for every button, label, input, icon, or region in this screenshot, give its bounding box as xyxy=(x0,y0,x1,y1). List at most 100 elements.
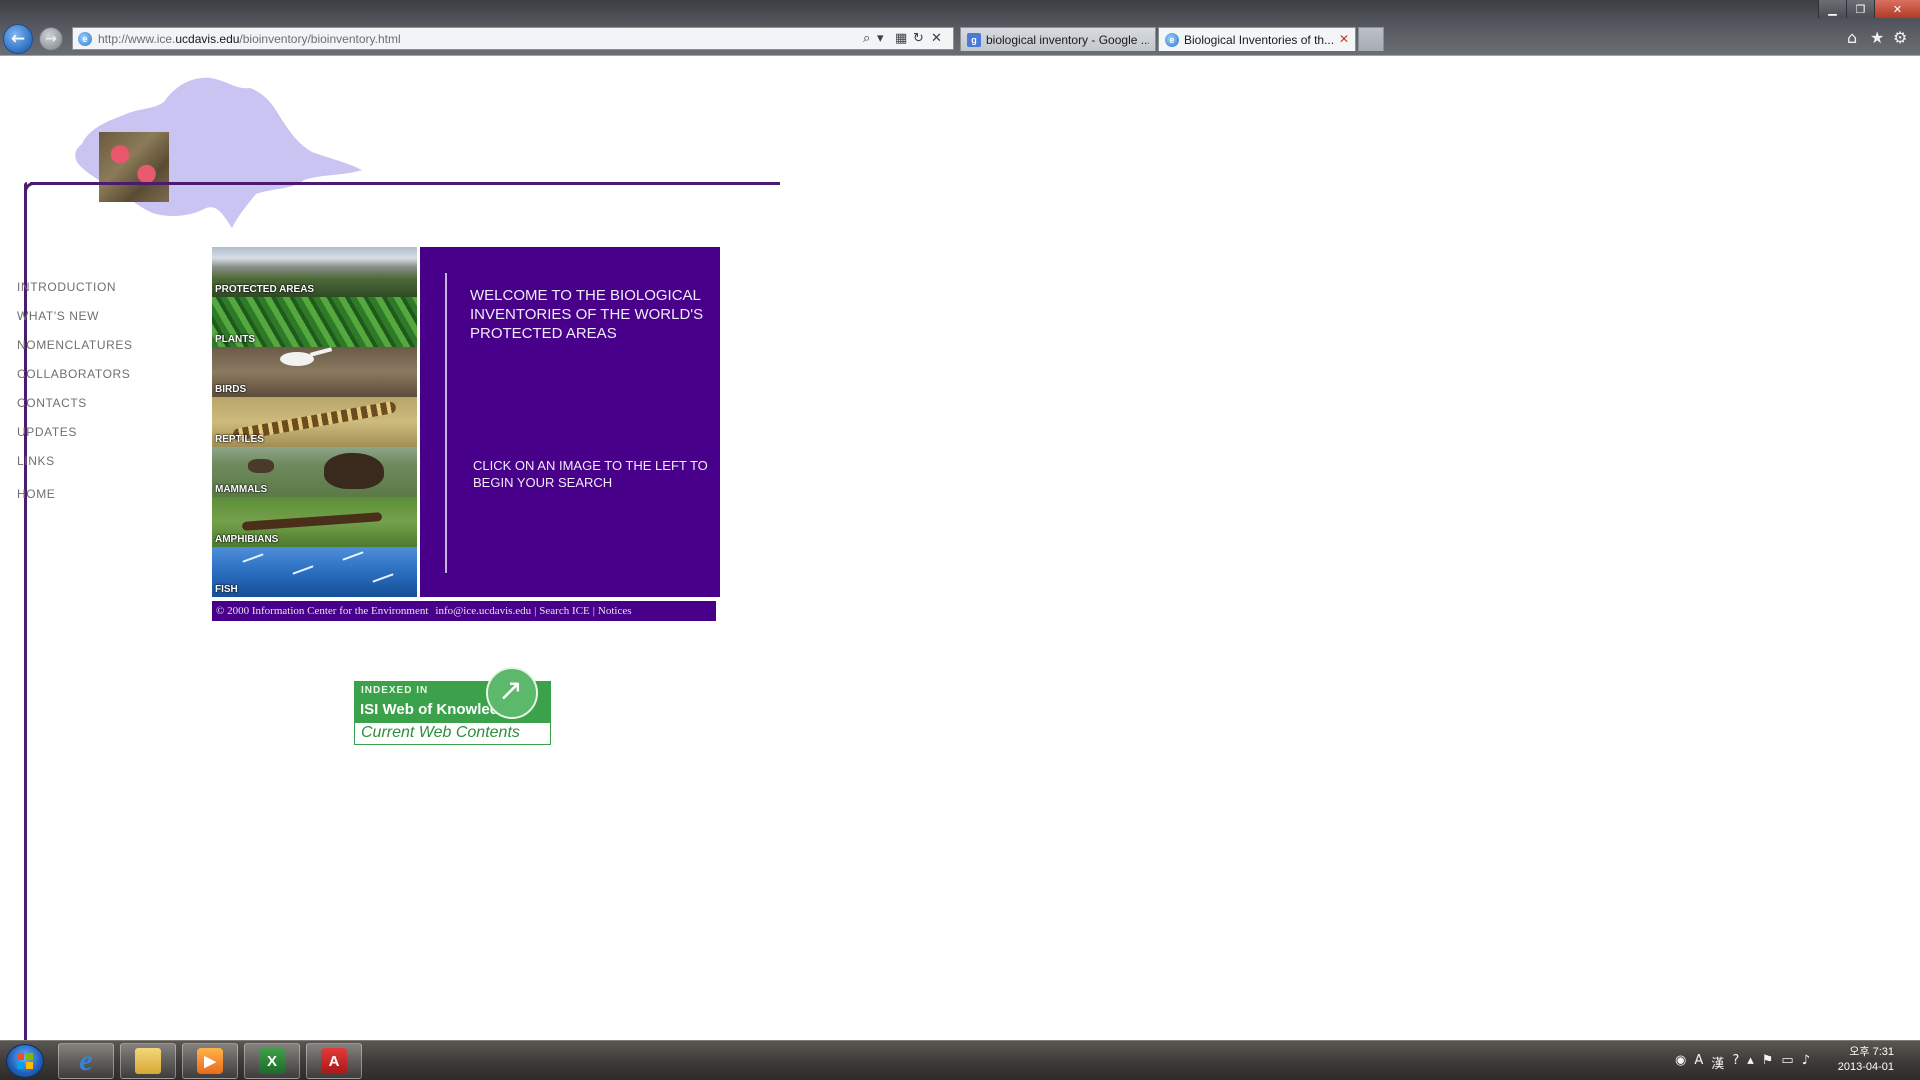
taskbar-clock[interactable]: 오후 7:31 2013-04-01 xyxy=(1838,1045,1894,1075)
maximize-button[interactable]: ❐ xyxy=(1846,0,1874,18)
internet-explorer-icon: e xyxy=(79,1044,93,1077)
welcome-panel: WELCOME TO THE BIOLOGICAL INVENTORIES OF… xyxy=(420,247,720,597)
bison-shape xyxy=(248,459,274,473)
taskbar-excel[interactable]: X xyxy=(244,1043,300,1079)
badge-bottom: Current Web Contents xyxy=(354,723,551,745)
network-globe-icon[interactable]: ◉ xyxy=(1675,1053,1686,1072)
bison-shape xyxy=(324,453,384,489)
footer-search-link[interactable]: Search ICE xyxy=(539,605,589,617)
start-button[interactable] xyxy=(6,1044,44,1078)
minimize-button[interactable]: ▁ xyxy=(1818,0,1846,18)
header-rule xyxy=(30,182,780,185)
forward-button[interactable]: → xyxy=(39,27,63,51)
play-icon: ▶ xyxy=(197,1048,223,1074)
clock-time: 오후 7:31 xyxy=(1849,1046,1894,1058)
close-window-button[interactable]: ✕ xyxy=(1874,0,1920,18)
welcome-title: WELCOME TO THE BIOLOGICAL INVENTORIES OF… xyxy=(470,287,704,342)
stop-icon[interactable]: ✕ xyxy=(931,31,942,46)
excel-icon: X xyxy=(259,1048,285,1074)
nav-updates[interactable]: UPDATES xyxy=(17,425,133,454)
ie-page-icon: e xyxy=(78,31,92,46)
star-icon[interactable]: ★ xyxy=(1870,28,1884,47)
nav-links[interactable]: LINKS xyxy=(17,454,133,483)
hanja-icon[interactable]: 漢 xyxy=(1711,1053,1724,1072)
arrow-right-icon: → xyxy=(45,31,57,47)
tab-label: Biological Inventories of th... xyxy=(1184,32,1335,47)
taskbar-file-explorer[interactable] xyxy=(120,1043,176,1079)
nav-home[interactable]: HOME xyxy=(17,487,133,516)
window-controls: ▁ ❐ ✕ xyxy=(1818,0,1920,18)
category-label: FISH xyxy=(215,584,238,595)
action-center-flag-icon[interactable]: ⚑ xyxy=(1762,1053,1774,1072)
refresh-icon[interactable]: ↻ xyxy=(913,31,924,46)
taskbar-internet-explorer[interactable]: e xyxy=(58,1043,114,1079)
arrow-up-right-icon: ↗ xyxy=(498,673,524,708)
nav-collaborators[interactable]: COLLABORATORS xyxy=(17,367,133,396)
footer-separator: | xyxy=(534,605,537,617)
taskbar-media-player[interactable]: ▶ xyxy=(182,1043,238,1079)
address-bar[interactable]: e http://www.ice.ucdavis.edu/bioinventor… xyxy=(72,27,954,50)
egret-shape xyxy=(280,352,314,366)
nav-introduction[interactable]: INTRODUCTION xyxy=(17,280,133,309)
panel-divider xyxy=(445,273,447,573)
category-label: PLANTS xyxy=(215,334,255,345)
flower-photo xyxy=(99,132,169,202)
new-tab-button[interactable] xyxy=(1358,27,1384,51)
category-amphibians[interactable]: AMPHIBIANS xyxy=(212,497,417,547)
browser-toolbar: ← → e http://www.ice.ucdavis.edu/bioinve… xyxy=(0,0,1920,56)
footer-email-link[interactable]: info@ice.ucdavis.edu xyxy=(435,605,531,617)
footer-notices-link[interactable]: Notices xyxy=(598,605,632,617)
badge-indexed-label: INDEXED IN xyxy=(361,685,429,696)
network-icon[interactable]: ▭ xyxy=(1781,1053,1793,1072)
address-url[interactable]: http://www.ice.ucdavis.edu/bioinventory/… xyxy=(98,32,401,46)
home-icon[interactable]: ⌂ xyxy=(1847,28,1857,47)
system-tray: ◉ A 漢 ? ▴ ⚑ ▭ ♪ xyxy=(1675,1053,1810,1072)
category-protected-areas[interactable]: PROTECTED AREAS xyxy=(212,247,417,297)
address-url-domain: ucdavis.edu xyxy=(175,31,240,46)
nav-whats-new[interactable]: WHAT'S NEW xyxy=(17,309,133,338)
category-mammals[interactable]: MAMMALS xyxy=(212,447,417,497)
folder-icon xyxy=(135,1048,161,1074)
footer-bar: © 2000 Information Center for the Enviro… xyxy=(212,601,716,621)
close-tab-icon[interactable]: ✕ xyxy=(1339,32,1349,46)
side-navigation: INTRODUCTION WHAT'S NEW NOMENCLATURES CO… xyxy=(17,280,133,516)
isi-logo-icon: ↗ xyxy=(486,667,538,719)
clock-date: 2013-04-01 xyxy=(1837,1061,1894,1073)
windows-taskbar: e ▶ X A ◉ A 漢 ? ▴ ⚑ ▭ ♪ 오후 7:31 2013-04-… xyxy=(0,1040,1920,1080)
web-page: INTRODUCTION WHAT'S NEW NOMENCLATURES CO… xyxy=(0,56,1920,1040)
tab-biological-inventories[interactable]: e Biological Inventories of th... ✕ xyxy=(1158,27,1356,51)
fish-shape xyxy=(292,565,314,575)
category-image-column: PROTECTED AREAS PLANTS BIRDS REPTILES MA… xyxy=(212,247,417,597)
welcome-instruction: CLICK ON AN IMAGE TO THE LEFT TO BEGIN Y… xyxy=(473,458,708,490)
badge-subtitle: Current Web Contents xyxy=(361,724,520,741)
fish-shape xyxy=(242,553,264,563)
egret-neck-shape xyxy=(309,347,333,357)
acrobat-icon: A xyxy=(321,1048,347,1074)
category-label: PROTECTED AREAS xyxy=(215,284,315,295)
show-hidden-icons-icon[interactable]: ▴ xyxy=(1747,1053,1754,1072)
category-birds[interactable]: BIRDS xyxy=(212,347,417,397)
dropdown-arrow-icon[interactable]: ▾ xyxy=(877,31,884,46)
volume-icon[interactable]: ♪ xyxy=(1802,1053,1810,1072)
google-favicon-icon: g xyxy=(967,32,981,47)
gear-icon[interactable]: ⚙ xyxy=(1893,28,1907,47)
category-fish[interactable]: FISH xyxy=(212,547,417,597)
tab-google-search[interactable]: g biological inventory - Google ... xyxy=(960,27,1156,51)
category-label: MAMMALS xyxy=(215,484,268,495)
footer-separator: | xyxy=(592,605,595,617)
category-label: BIRDS xyxy=(215,384,247,395)
category-reptiles[interactable]: REPTILES xyxy=(212,397,417,447)
input-mode-a-icon[interactable]: A xyxy=(1694,1053,1703,1072)
category-plants[interactable]: PLANTS xyxy=(212,297,417,347)
taskbar-acrobat[interactable]: A xyxy=(306,1043,362,1079)
search-icon[interactable]: ⌕ xyxy=(863,31,870,46)
back-button[interactable]: ← xyxy=(3,24,33,54)
isi-web-of-knowledge-badge[interactable]: INDEXED IN ISI Web of Knowledge℠ Current… xyxy=(354,667,551,745)
footer-copyright: © 2000 Information Center for the Enviro… xyxy=(216,605,429,617)
nav-nomenclatures[interactable]: NOMENCLATURES xyxy=(17,338,133,367)
tab-label: biological inventory - Google ... xyxy=(986,32,1149,47)
windows-logo-icon xyxy=(17,1053,33,1069)
help-icon[interactable]: ? xyxy=(1732,1053,1739,1072)
nav-contacts[interactable]: CONTACTS xyxy=(17,396,133,425)
compatibility-view-icon[interactable]: ▦ xyxy=(895,31,907,46)
